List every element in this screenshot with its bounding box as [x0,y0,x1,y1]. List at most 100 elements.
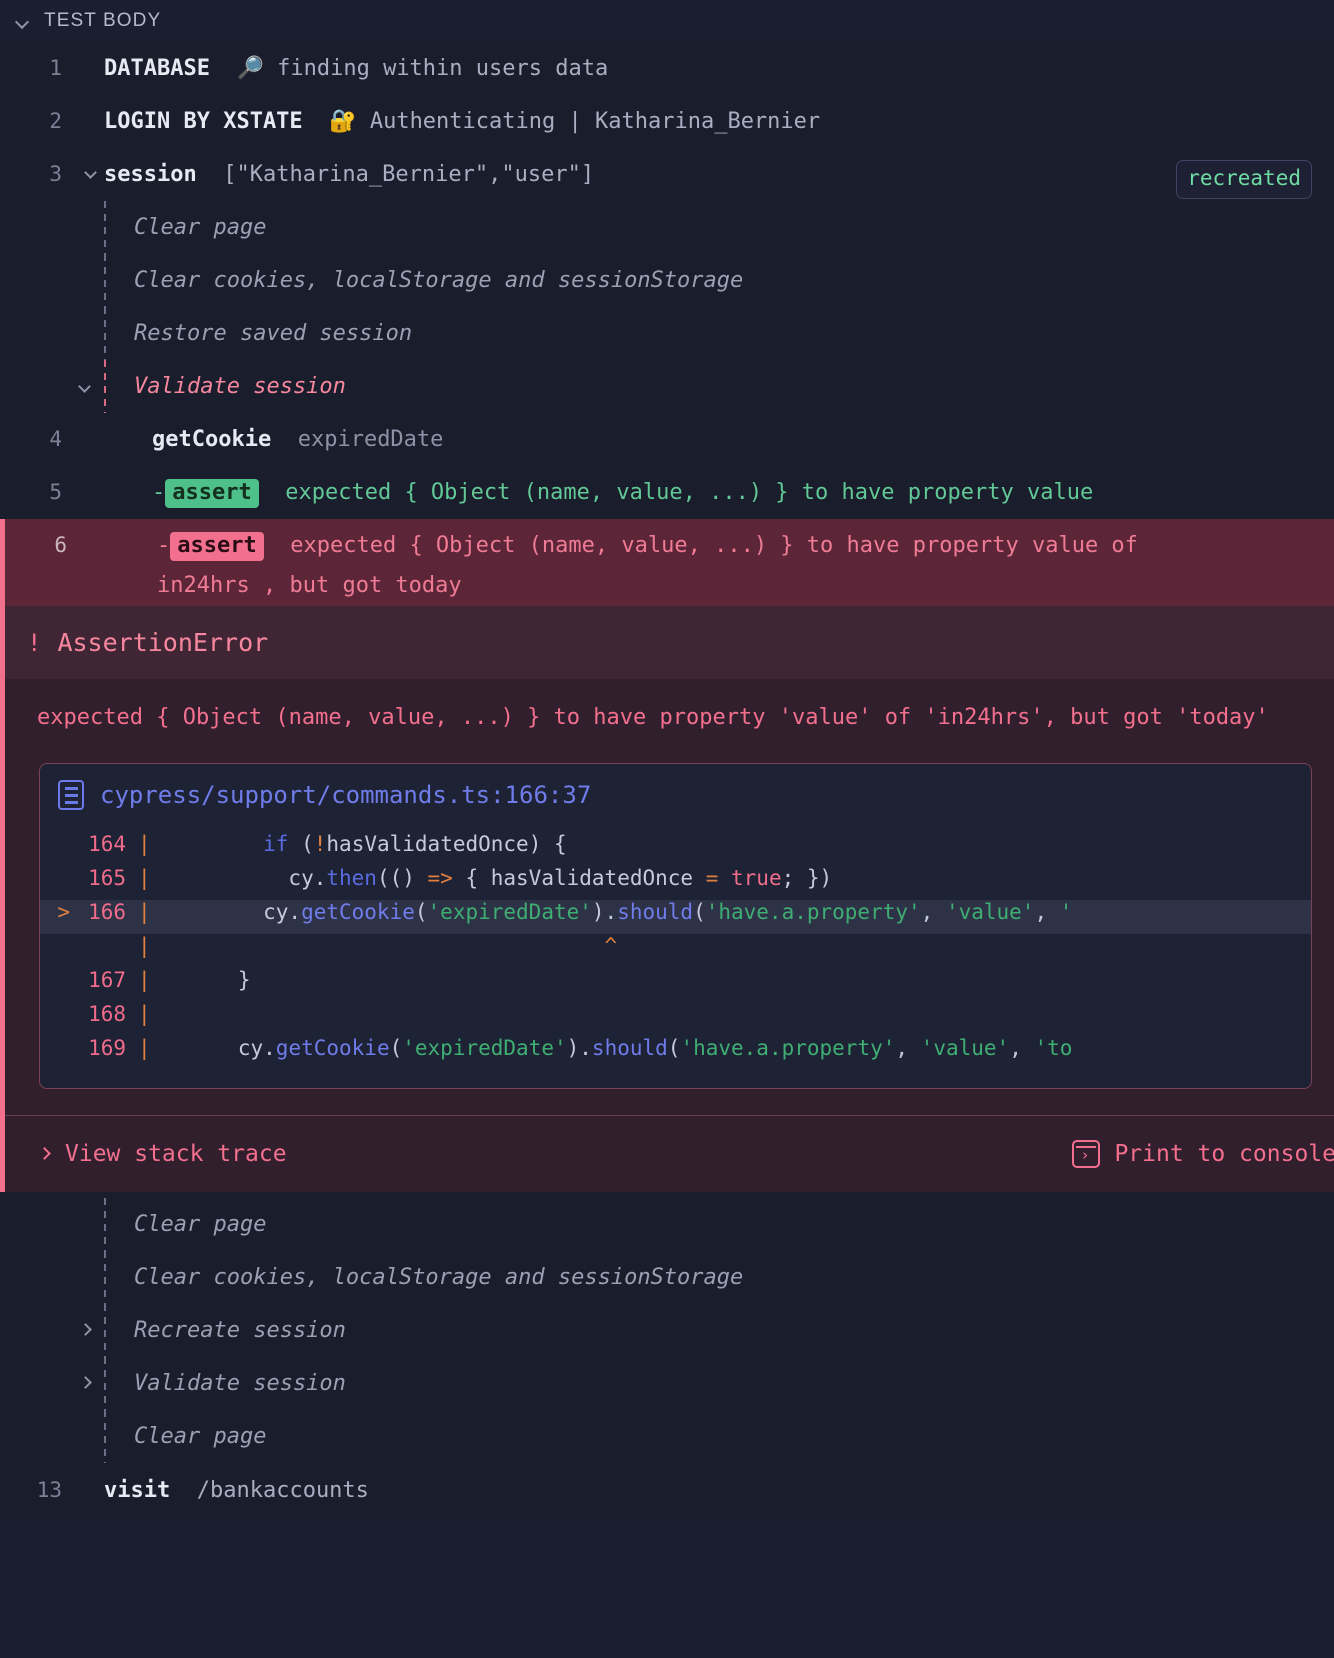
session-item-recreate-session[interactable]: Recreate session [0,1304,1334,1357]
command-args: /bankaccounts [170,1478,369,1503]
code-token: cy. [162,1036,276,1060]
chevron-right-icon[interactable] [79,1324,92,1337]
chevron-right-icon[interactable] [79,1377,92,1390]
code-line-content: if (!hasValidatedOnce) { [162,832,1311,856]
command-content: getCookie expiredDate [146,413,1334,466]
validate-session-toggle-2[interactable] [0,1377,104,1390]
command-args-text: /bankaccounts [196,1478,369,1503]
session-item-clear-cookies-2[interactable]: Clear cookies, localStorage and sessionS… [0,1251,1334,1304]
chevron-down-icon[interactable] [79,380,92,393]
view-stack-trace-button[interactable]: View stack trace [39,1141,287,1167]
assert-content: - assert expected { Object (name, value, … [151,519,1334,606]
code-frame-header[interactable]: cypress/support/commands.ts:166:37 [40,764,1311,824]
session-item-validate-session-2[interactable]: Validate session [0,1357,1334,1410]
error-caret-marker: ^ [162,934,618,958]
validate-session-toggle[interactable] [0,380,104,393]
code-token: ( [389,1036,403,1060]
code-token: } [162,968,251,992]
command-args: ["Katharina_Bernier","user"] [197,162,594,187]
session-item-clear-cookies[interactable]: Clear cookies, localStorage and sessionS… [0,254,1334,307]
code-line-pipe: | [138,832,151,856]
code-token: 'to [1034,1036,1073,1060]
code-line-number: 167 [88,968,126,992]
print-to-console-label: Print to console [1114,1141,1334,1167]
session-group: Clear page Clear cookies, localStorage a… [0,201,1334,606]
bottom-session-group: Clear page Clear cookies, localStorage a… [0,1192,1334,1518]
code-token: should [617,900,694,924]
command-args-text: Authenticating | Katharina_Bernier [369,109,821,134]
code-line-pipe: | [138,900,151,924]
code-token: ; }) [781,866,833,890]
error-message: expected { Object (name, value, ...) } t… [37,705,1269,730]
command-args-text: ["Katharina_Bernier","user"] [223,162,595,187]
code-token: should [591,1036,668,1060]
session-item-restore-saved-session[interactable]: Restore saved session [0,307,1334,360]
code-token: ( [693,900,706,924]
code-token: 'value' [945,900,1035,924]
assert-message: expected { Object (name, value, ...) } t… [285,480,1094,505]
chevron-down-icon[interactable] [16,14,30,28]
session-item-label: Clear page [134,1424,267,1449]
code-token: { hasValidatedOnce [452,866,706,890]
code-token: ' [1059,900,1073,924]
code-token: ). [591,900,618,924]
session-item-label: Clear cookies, localStorage and sessionS… [134,1265,744,1290]
recreate-session-toggle[interactable] [0,1324,104,1337]
assert-dash: - [152,480,166,505]
command-row-session[interactable]: 3 session ["Katharina_Bernier","user"] r… [0,148,1334,201]
error-footer: View stack trace Print to console [5,1115,1334,1192]
command-row-getcookie[interactable]: 4 getCookie expiredDate [0,413,1334,466]
code-token: 'value' [920,1036,1010,1060]
session-item-clear-page[interactable]: Clear page [0,201,1334,254]
command-args: 🔐 Authenticating | Katharina_Bernier [302,109,821,134]
assert-message-line1: expected { Object (name, value, ...) } t… [290,533,1138,558]
chevron-right-icon [39,1148,51,1160]
command-row-visit[interactable]: 13 visit /bankaccounts [0,1463,1334,1518]
console-icon [1072,1140,1101,1168]
command-name: visit [104,1478,171,1503]
assert-row-failed[interactable]: 6 - assert expected { Object (name, value… [0,519,1334,606]
code-token: getCookie [301,900,415,924]
session-item-label: Validate session [134,374,346,399]
error-title-bar: ! AssertionError [5,606,1334,679]
code-line-content: } [162,968,1311,992]
test-body-header[interactable]: TEST BODY [0,0,1334,42]
command-name: LOGIN BY XSTATE [104,109,303,134]
code-token: 'have.a.property' [680,1036,896,1060]
code-token: cy. [162,866,327,890]
code-token: if [263,832,289,856]
command-args-text: finding within users data [277,56,609,81]
assert-row-passed[interactable]: 5 - assert expected { Object (name, value… [0,466,1334,519]
command-row-database[interactable]: 1 DATABASE 🔎 finding within users data [0,42,1334,95]
code-token: 'expiredDate' [402,1036,567,1060]
line-number: 6 [54,533,67,557]
code-token: ( [414,900,428,924]
file-path-link[interactable]: cypress/support/commands.ts:166:37 [100,781,591,809]
toggle-placeholder [78,42,104,60]
chevron-down-icon[interactable] [85,166,98,179]
assert-chip: assert [170,532,264,561]
code-line: 165 | cy.then(() => { hasValidatedOnce = … [40,866,1311,900]
line-number: 3 [49,162,62,186]
session-item-clear-page-3[interactable]: Clear page [0,1410,1334,1463]
code-token: then [326,866,377,890]
code-token: => [427,866,453,890]
session-item-clear-page-2[interactable]: Clear page [0,1198,1334,1251]
page-title: TEST BODY [44,10,162,31]
code-token: getCookie [275,1036,390,1060]
code-line-pipe: | [138,968,151,992]
status-badge: recreated [1176,160,1312,199]
command-name: session [104,162,197,187]
assert-chip: assert [165,479,259,508]
print-to-console-button[interactable]: Print to console [1072,1140,1334,1168]
code-line-marker: > [57,900,70,924]
warning-icon: ! [27,628,42,657]
code-line-pipe: | [138,1036,151,1060]
command-row-login-by-xstate[interactable]: 2 LOGIN BY XSTATE 🔐 Authenticating | Kat… [0,95,1334,148]
code-frame-body: 164 | if (!hasValidatedOnce) {165 | cy.the… [40,824,1311,1088]
code-line-pipe: | [138,866,151,890]
session-collapse-toggle[interactable] [78,148,104,179]
session-item-validate-session[interactable]: Validate session [0,360,1334,413]
